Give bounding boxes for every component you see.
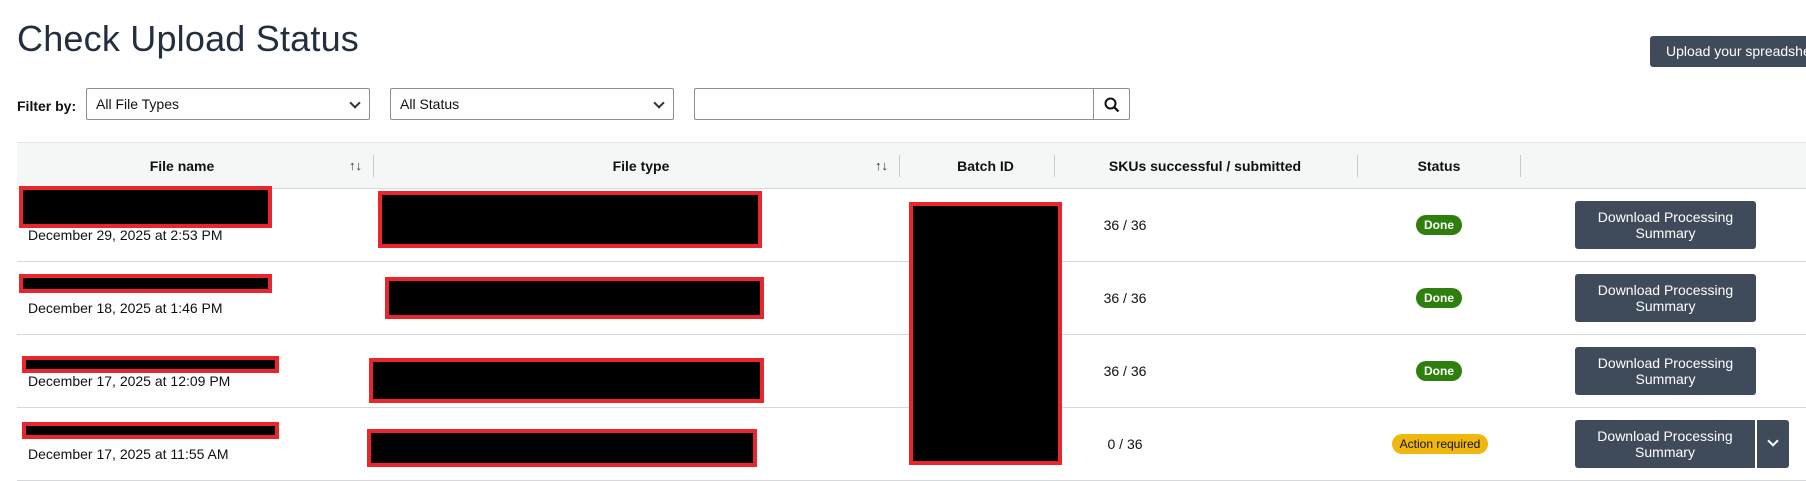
search-icon: [1104, 97, 1120, 113]
redacted-file-name: [19, 186, 272, 228]
chevron-down-icon: [653, 97, 665, 109]
upload-date: December 29, 2025 at 2:53 PM: [28, 227, 223, 243]
download-options-dropdown[interactable]: [1756, 420, 1789, 468]
skus-count: 36 / 36: [1103, 363, 1147, 379]
redacted-file-type: [369, 358, 764, 403]
chevron-down-icon: [349, 97, 361, 109]
sort-icon[interactable]: ↑↓: [349, 158, 362, 174]
upload-status-table: File name ↑↓ File type ↑↓ Batch ID SKUs …: [17, 142, 1806, 481]
status-badge: Done: [1416, 215, 1462, 235]
status-badge: Action required: [1392, 434, 1488, 454]
skus-count: 0 / 36: [1107, 436, 1143, 452]
download-summary-button[interactable]: Download Processing Summary: [1575, 347, 1756, 395]
column-actions: [1521, 143, 1806, 189]
filter-label: Filter by:: [17, 98, 77, 114]
search-button[interactable]: [1093, 88, 1130, 120]
file-type-select[interactable]: All File Types: [86, 88, 370, 120]
skus-count: 36 / 36: [1103, 217, 1147, 233]
column-file-name[interactable]: File name: [17, 143, 347, 189]
upload-spreadsheet-button[interactable]: Upload your spreadsheet: [1650, 36, 1806, 67]
column-file-type[interactable]: File type: [374, 143, 908, 189]
upload-date: December 17, 2025 at 12:09 PM: [28, 373, 231, 389]
column-status: Status: [1417, 158, 1461, 174]
redacted-file-type: [385, 277, 764, 319]
chevron-down-icon: [1767, 435, 1779, 447]
redacted-file-name: [22, 422, 279, 439]
table-header: File name ↑↓ File type ↑↓ Batch ID SKUs …: [17, 142, 1806, 189]
sort-icon[interactable]: ↑↓: [875, 158, 888, 174]
redacted-file-type: [378, 191, 762, 248]
search-input[interactable]: [694, 88, 1094, 120]
redacted-file-name: [19, 274, 272, 293]
status-badge: Done: [1416, 361, 1462, 381]
page-title: Check Upload Status: [17, 18, 359, 59]
status-select[interactable]: All Status: [390, 88, 674, 120]
file-type-select-value: All File Types: [96, 96, 179, 112]
column-skus: SKUs successful / submitted: [1108, 158, 1302, 174]
column-batch-id: Batch ID: [957, 158, 1014, 174]
redacted-batch-id: [909, 202, 1062, 465]
skus-count: 36 / 36: [1103, 290, 1147, 306]
download-summary-button[interactable]: Download Processing Summary: [1575, 201, 1756, 249]
status-select-value: All Status: [400, 96, 460, 112]
download-summary-button[interactable]: Download Processing Summary: [1575, 420, 1755, 468]
redacted-file-name: [22, 356, 279, 373]
redacted-file-type: [367, 429, 757, 467]
status-badge: Done: [1416, 288, 1462, 308]
download-summary-button[interactable]: Download Processing Summary: [1575, 274, 1756, 322]
upload-date: December 17, 2025 at 11:55 AM: [28, 446, 229, 462]
upload-date: December 18, 2025 at 1:46 PM: [28, 300, 223, 316]
